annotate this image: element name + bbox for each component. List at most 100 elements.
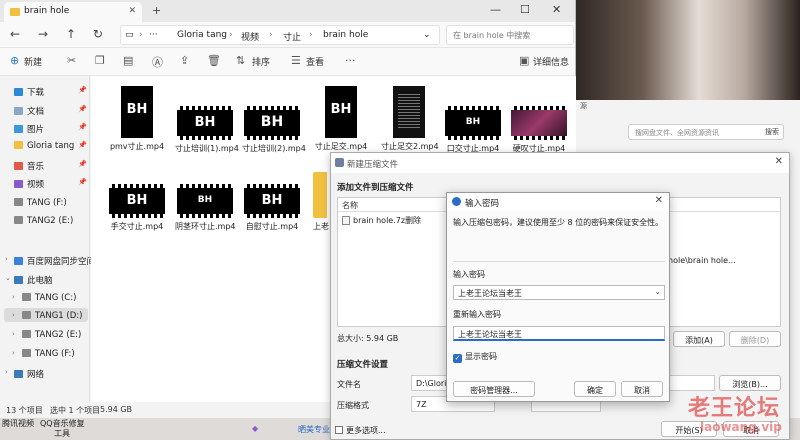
file-item[interactable]: 上老: [313, 172, 329, 232]
file-item[interactable]: BH 寸止足交.mp4: [313, 86, 369, 152]
search-input[interactable]: 在 brain hole 中搜索: [446, 25, 574, 45]
sidebar-item-documents[interactable]: 文档: [14, 105, 44, 117]
selected-size: 5.94 GB: [100, 405, 133, 414]
file-item[interactable]: BH 寸止培训(2).mp4: [242, 106, 306, 154]
computer-icon[interactable]: ▭: [125, 30, 134, 40]
sidebar-item-baidu[interactable]: 百度网盘同步空间: [14, 255, 95, 267]
sidebar-item-this-pc[interactable]: 此电脑: [14, 274, 53, 286]
more-crumbs[interactable]: ···: [149, 30, 158, 40]
file-item[interactable]: 寸止足交2.mp4: [381, 86, 439, 152]
remove-button[interactable]: 删除(D): [729, 331, 781, 347]
file-item[interactable]: 硬叹寸止.mp4: [509, 106, 569, 154]
file-item[interactable]: BH 手交寸止.mp4: [107, 184, 167, 232]
details-icon: ▣: [519, 54, 530, 67]
new-button[interactable]: 新建: [24, 55, 42, 68]
details-button[interactable]: 详细信息: [533, 55, 569, 68]
new-tab-icon[interactable]: +: [152, 4, 161, 17]
close-icon[interactable]: ✕: [655, 195, 663, 206]
chevron-down-icon[interactable]: ⌄: [5, 274, 11, 282]
crumb-3[interactable]: brain hole: [323, 30, 368, 40]
sidebar-item-drive-e2[interactable]: TANG2 (E:): [22, 330, 81, 340]
close-window-icon[interactable]: ✕: [552, 3, 561, 16]
taskbar-item[interactable]: 工具: [54, 428, 70, 439]
file-item[interactable]: BH 口交寸止.mp4: [443, 106, 503, 154]
share-icon[interactable]: ⇪: [180, 54, 189, 67]
crumb-0[interactable]: Gloria tang: [177, 30, 227, 40]
background-search-button[interactable]: 搜索: [765, 127, 779, 137]
cut-icon[interactable]: ✂: [67, 54, 76, 67]
video-icon: [14, 180, 23, 188]
password-field[interactable]: 上老王论坛当老王 ⌄: [453, 285, 665, 300]
sidebar-item-drive-e[interactable]: TANG2 (E:): [14, 216, 73, 226]
rename-icon[interactable]: Ⓐ: [152, 54, 163, 70]
confirm-password-field[interactable]: 上老王论坛当老王: [453, 326, 665, 341]
taskbar-item[interactable]: 晒美专业: [298, 424, 330, 435]
close-icon[interactable]: ✕: [775, 156, 783, 167]
chevron-right-icon[interactable]: ›: [12, 349, 15, 357]
sidebar-item-drive-f2[interactable]: TANG (F:): [22, 349, 75, 359]
delete-icon[interactable]: 🗑: [207, 54, 221, 67]
sidebar-item-pictures[interactable]: 图片: [14, 123, 44, 135]
background-photo: [575, 0, 800, 100]
drive-icon: [22, 330, 31, 338]
chevron-down-icon[interactable]: ⌄: [654, 287, 661, 296]
sidebar-item-drive-c[interactable]: TANG (C:): [22, 293, 76, 303]
view-button[interactable]: 查看: [306, 55, 324, 68]
chevron-down-icon[interactable]: ⌄: [423, 30, 431, 40]
taskbar-item[interactable]: 腾讯视频: [2, 418, 34, 429]
file-name: 上老: [313, 222, 329, 231]
copy-icon[interactable]: ❐: [95, 54, 105, 67]
breadcrumb[interactable]: ▭ › ··· Gloria tang › 视频 › 寸止 › brain ho…: [120, 25, 440, 45]
chevron-right-icon[interactable]: ›: [12, 330, 15, 338]
pin-icon: 📌: [78, 86, 87, 94]
file-item[interactable]: BH 寸止培训(1).mp4: [175, 106, 239, 154]
back-icon[interactable]: ←: [10, 27, 20, 41]
chevron-right-icon[interactable]: ›: [12, 311, 15, 319]
refresh-icon[interactable]: ↻: [93, 27, 103, 41]
picture-icon: [14, 125, 23, 133]
ok-button[interactable]: 确定: [574, 381, 616, 397]
filename-field[interactable]: D:\Glori: [411, 375, 451, 391]
sidebar-item-music[interactable]: 音乐: [14, 160, 44, 172]
format-label: 压缩格式: [337, 401, 369, 410]
sidebar-item-drive-d[interactable]: TANG1 (D:): [22, 311, 82, 321]
add-button[interactable]: 添加(A): [673, 331, 725, 347]
pin-icon: 📌: [78, 105, 87, 113]
chevron-right-icon[interactable]: ›: [12, 293, 15, 301]
folder-icon: [14, 141, 23, 149]
minimize-icon[interactable]: —: [490, 3, 501, 16]
sort-button[interactable]: 排序: [252, 55, 270, 68]
more-icon[interactable]: ···: [345, 54, 356, 67]
sidebar-item-videos[interactable]: 视频: [14, 178, 44, 190]
file-item[interactable]: BH pmv寸止.mp4: [109, 86, 165, 152]
app-icon[interactable]: ◆: [252, 424, 258, 433]
browse-button[interactable]: 浏览(B)...: [719, 375, 781, 391]
sidebar-item-network[interactable]: 网络: [14, 368, 44, 380]
cancel-button[interactable]: 取消: [621, 381, 663, 397]
chevron-right-icon[interactable]: ›: [5, 368, 8, 376]
sidebar-item-drive-f[interactable]: TANG (F:): [14, 198, 67, 208]
dialog-title: 新建压缩文件: [347, 160, 399, 170]
up-icon[interactable]: ↑: [66, 27, 76, 41]
video-thumbnail: BH: [244, 184, 300, 218]
document-icon: [14, 107, 23, 115]
paste-icon[interactable]: ▤: [123, 54, 133, 67]
sidebar-item-gloria[interactable]: Gloria tang: [14, 141, 74, 151]
pin-icon: 📌: [78, 178, 87, 186]
forward-icon[interactable]: →: [38, 27, 48, 41]
background-search-input[interactable]: 搜网盘文件、全网资源资讯 搜索: [628, 124, 784, 140]
sidebar-item-downloads[interactable]: 下载: [14, 86, 44, 98]
more-options-checkbox[interactable]: 更多选项...: [335, 425, 386, 436]
crumb-2[interactable]: 寸止: [283, 30, 301, 43]
tab-brain-hole[interactable]: brain hole ✕: [4, 2, 142, 22]
show-password-checkbox[interactable]: ✓ 显示密码: [453, 351, 497, 363]
crumb-1[interactable]: 视频: [241, 30, 259, 43]
chevron-right-icon[interactable]: ›: [5, 255, 8, 263]
maximize-icon[interactable]: ☐: [520, 3, 530, 16]
close-tab-icon[interactable]: ✕: [128, 6, 136, 16]
file-item[interactable]: BH 自慰寸止.mp4: [242, 184, 302, 232]
password-manager-button[interactable]: 密码管理器...: [453, 381, 535, 397]
section-settings: 压缩文件设置: [337, 360, 389, 370]
dialog-titlebar: 新建压缩文件 ✕: [331, 153, 789, 173]
file-item[interactable]: BH 阴茎环寸止.mp4: [175, 184, 236, 232]
